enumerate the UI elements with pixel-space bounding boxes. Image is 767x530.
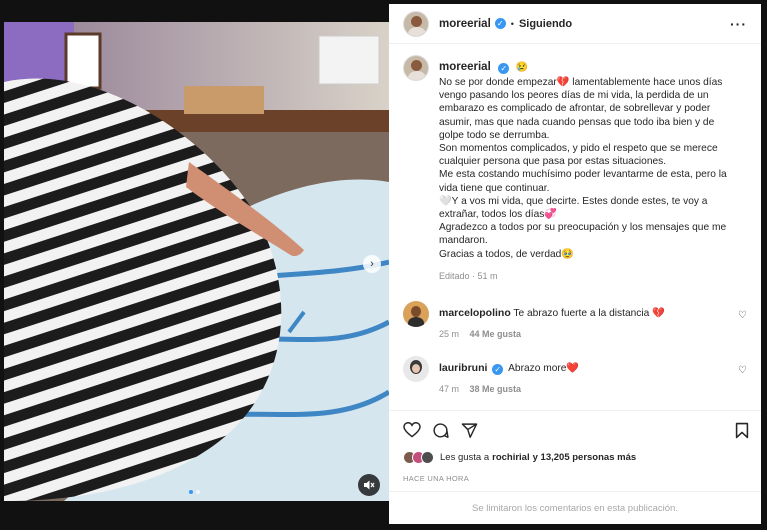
comment-meta: 25 m 44 Me gusta — [439, 329, 521, 339]
commenter-avatar[interactable] — [403, 301, 429, 327]
dot-separator: • — [510, 18, 514, 29]
caption-paragraph: Me esta costando muchísimo poder levanta… — [439, 169, 727, 194]
comment-body: lauribruni ✓ Abrazo more❤️ — [439, 362, 729, 375]
author-avatar[interactable] — [403, 10, 429, 37]
post-side-panel: moreerial ✓ • Siguiendo ··· moreerial ✓ … — [389, 4, 761, 524]
caption-username[interactable]: moreerial — [439, 61, 491, 73]
comment-username[interactable]: marcelopolino — [439, 307, 511, 319]
comment-username[interactable]: lauribruni — [439, 362, 487, 374]
comment-like-heart-icon[interactable]: ♡ — [738, 365, 747, 376]
caption-header: moreerial ✓ 😢 — [439, 57, 528, 75]
likes-prefix: Les gusta a — [440, 452, 490, 463]
save-bookmark-icon[interactable] — [735, 422, 749, 439]
comment-likes[interactable]: 38 Me gusta — [470, 384, 522, 394]
comment-meta: 47 m 38 Me gusta — [439, 384, 521, 394]
comment-like-heart-icon[interactable]: ♡ — [738, 310, 747, 321]
commenter-verified-icon: ✓ — [492, 364, 504, 375]
likes-user[interactable]: rochirial — [492, 452, 530, 463]
caption-emoji: 😢 — [515, 62, 529, 73]
caption-paragraph: Son momentos complicados, y pido el resp… — [439, 143, 718, 168]
speaker-muted-icon — [364, 480, 375, 490]
caption-paragraph: Gracias a todos, de verdad🥹 — [439, 248, 575, 260]
comment-body: marcelopolino Te abrazo fuerte a la dist… — [439, 307, 729, 319]
caption-paragraph: Agradezco a todos por su preocupación y … — [439, 222, 727, 247]
caption-paragraph: 🤍Y a vos mi vida, que decirte. Estes don… — [439, 195, 708, 221]
comment-time: 47 m — [439, 384, 460, 394]
commenter-avatar[interactable] — [403, 356, 429, 382]
more-options-icon[interactable]: ··· — [730, 16, 747, 32]
caption-author-avatar[interactable] — [403, 55, 429, 81]
post-timestamp: HACE UNA HORA — [403, 474, 469, 483]
comments-scroll-area[interactable]: moreerial ✓ 😢 No se por donde empezar💔 l… — [389, 45, 761, 408]
chevron-right-icon: › — [370, 258, 374, 270]
comment-time: 25 m — [439, 329, 460, 339]
post-header: moreerial ✓ • Siguiendo ··· — [389, 4, 761, 44]
caption-edited-time: Editado · 51 m — [439, 270, 498, 281]
comment-text: Abrazo more❤️ — [508, 363, 580, 374]
caption-paragraph: No se por donde empezar💔 lamentablemente… — [439, 77, 723, 141]
caption-text: No se por donde empezar💔 lamentablemente… — [439, 76, 739, 283]
comment-text: Te abrazo fuerte a la distancia 💔 — [513, 308, 665, 319]
liker-avatars — [403, 451, 434, 464]
post-photo[interactable]: › — [4, 22, 389, 501]
mute-button[interactable] — [358, 474, 380, 496]
likes-suffix[interactable]: y 13,205 personas más — [533, 452, 637, 463]
like-heart-icon[interactable] — [403, 422, 421, 438]
instagram-post-window: › moreerial ✓ • Siguiendo ··· moreerial — [0, 0, 767, 530]
likes-summary: Les gusta a rochirial y 13,205 personas … — [403, 451, 636, 464]
comment-bubble-icon[interactable] — [432, 422, 449, 439]
author-username[interactable]: moreerial — [439, 18, 491, 30]
next-image-button[interactable]: › — [363, 255, 381, 273]
comment-likes[interactable]: 44 Me gusta — [470, 329, 522, 339]
caption-verified-icon: ✓ — [498, 63, 510, 74]
carousel-dots — [189, 490, 200, 494]
carousel-dot-active — [189, 490, 193, 494]
share-send-icon[interactable] — [461, 422, 478, 439]
following-button[interactable]: Siguiendo — [519, 18, 572, 30]
photo-scene — [4, 22, 389, 501]
comments-limited-notice: Se limitaron los comentarios en esta pub… — [389, 491, 761, 524]
liker-avatar — [421, 451, 434, 464]
carousel-dot — [196, 490, 200, 494]
verified-badge-icon: ✓ — [494, 18, 506, 29]
post-action-bar — [389, 410, 761, 450]
